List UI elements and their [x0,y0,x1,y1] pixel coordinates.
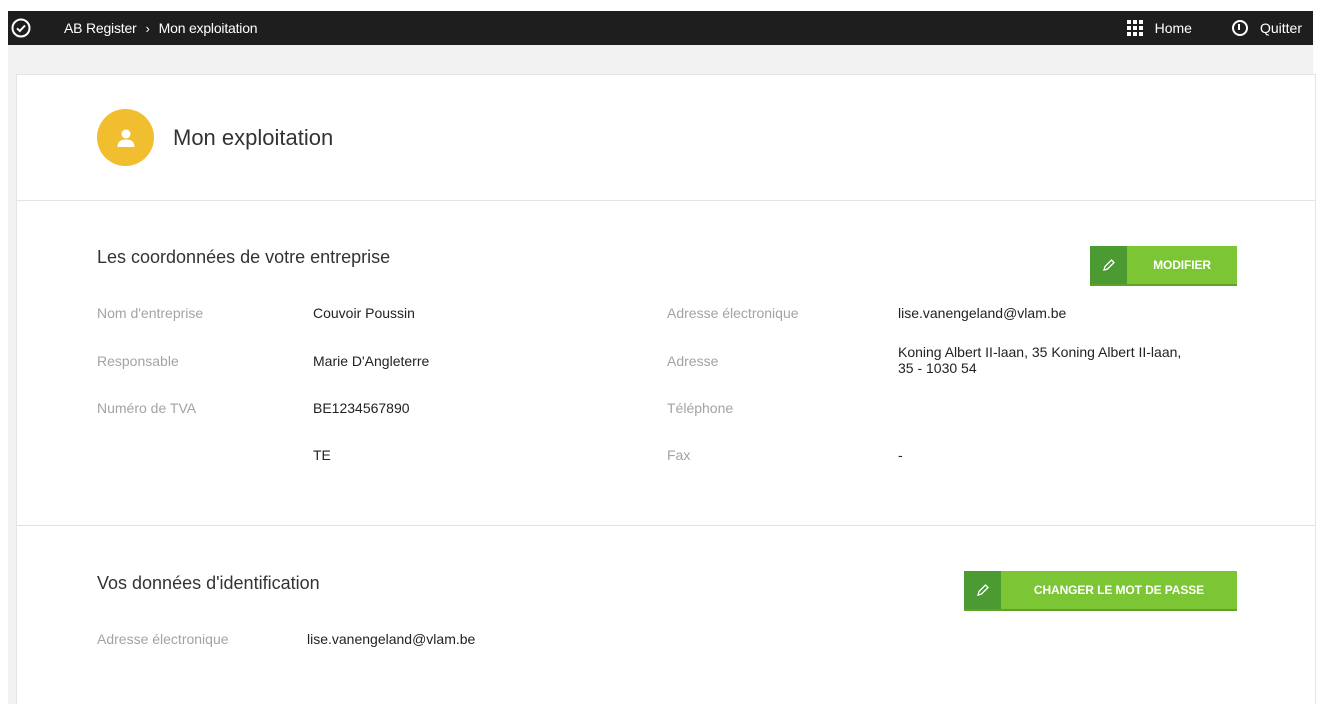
identification-section: Vos données d'identification CHANGER LE … [17,526,1315,704]
responsible-value: Marie D'Angleterre [313,353,430,369]
company-name-value: Couvoir Poussin [313,305,415,321]
phone-label: Téléphone [667,400,734,416]
breadcrumb-app[interactable]: AB Register [64,20,137,36]
pencil-icon [964,571,1001,609]
address-label: Adresse [667,353,719,369]
company-email-label: Adresse électronique [667,305,799,321]
user-icon [117,129,134,147]
content-frame: Mon exploitation Les coordonnées de votr… [8,45,1316,704]
change-password-label: CHANGER LE MOT DE PASSE [1033,583,1205,597]
company-email-value: lise.vanengeland@vlam.be [898,305,1067,321]
main-panel: Mon exploitation Les coordonnées de votr… [16,74,1316,704]
extra-value: TE [313,447,331,463]
login-email-value: lise.vanengeland@vlam.be [307,631,476,647]
grid-icon [1126,20,1143,36]
vat-label: Numéro de TVA [97,400,197,416]
page-title: Mon exploitation [173,124,334,150]
company-name-label: Nom d'entreprise [97,305,204,321]
top-bar: AB Register › Mon exploitation Home Quit… [8,11,1313,45]
modify-button-label: MODIFIER [1153,258,1211,272]
address-line-1: Koning Albert II-laan, 35 Koning Albert … [898,344,1182,360]
quit-label: Quitter [1259,20,1302,36]
home-link[interactable]: Home [1126,20,1192,36]
responsible-label: Responsable [97,353,179,369]
home-label: Home [1154,20,1192,36]
address-value: Koning Albert II-laan, 35 Koning Albert … [898,344,1243,376]
vat-value: BE1234567890 [313,400,410,416]
company-section-title: Les coordonnées de votre entreprise [97,247,391,267]
fax-value: - [898,447,903,463]
breadcrumb-separator: › [145,20,150,36]
power-icon [1231,20,1248,36]
login-email-label: Adresse électronique [97,631,229,647]
pencil-icon [1090,246,1127,284]
page-header: Mon exploitation [17,75,1315,201]
fax-label: Fax [667,447,691,463]
address-line-2: 35 - 1030 54 [898,360,977,376]
change-password-button[interactable]: CHANGER LE MOT DE PASSE [964,571,1237,611]
check-circle-icon[interactable] [10,17,32,39]
modify-button[interactable]: MODIFIER [1090,246,1237,286]
company-section: Les coordonnées de votre entreprise MODI… [17,201,1315,526]
identification-section-title: Vos données d'identification [97,573,320,593]
user-avatar [97,109,154,166]
breadcrumb-current: Mon exploitation [158,20,258,36]
breadcrumb: AB Register › Mon exploitation [64,20,258,36]
quit-link[interactable]: Quitter [1231,20,1302,36]
